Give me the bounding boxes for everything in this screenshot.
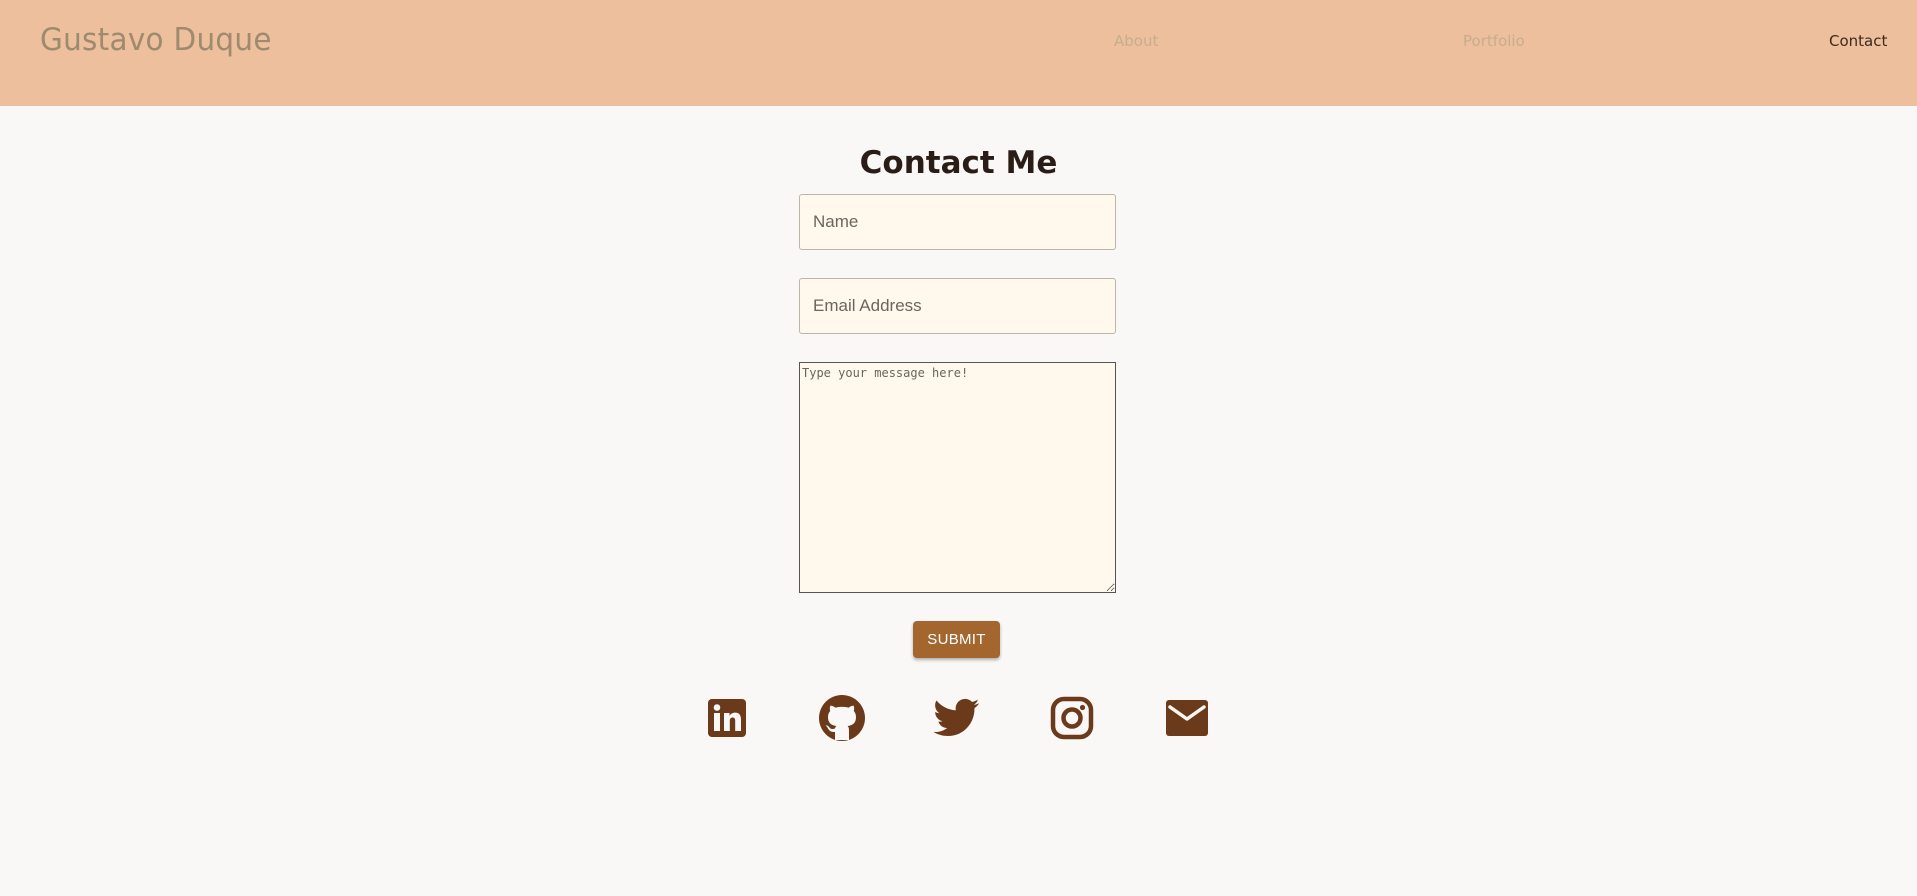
email-field[interactable]: [799, 278, 1116, 334]
linkedin-link[interactable]: [703, 694, 751, 742]
nav-portfolio-link[interactable]: Portfolio: [1463, 32, 1525, 50]
name-field[interactable]: [799, 194, 1116, 250]
message-textarea[interactable]: [799, 362, 1116, 593]
twitter-icon: [934, 698, 980, 738]
nav-about-link[interactable]: About: [1114, 32, 1158, 50]
github-icon: [818, 694, 866, 742]
email-icon: [1165, 699, 1209, 737]
email-link[interactable]: [1163, 694, 1211, 742]
submit-button[interactable]: SUBMIT: [913, 621, 1000, 658]
nav-contact-link[interactable]: Contact: [1829, 32, 1887, 50]
twitter-link[interactable]: [933, 694, 981, 742]
page-title: Contact Me: [859, 144, 1058, 181]
site-header: Gustavo Duque About Portfolio Contact: [0, 0, 1917, 106]
instagram-icon: [1050, 696, 1094, 740]
instagram-link[interactable]: [1048, 694, 1096, 742]
github-link[interactable]: [818, 694, 866, 742]
brand-name[interactable]: Gustavo Duque: [40, 22, 272, 58]
linkedin-icon: [707, 698, 747, 738]
